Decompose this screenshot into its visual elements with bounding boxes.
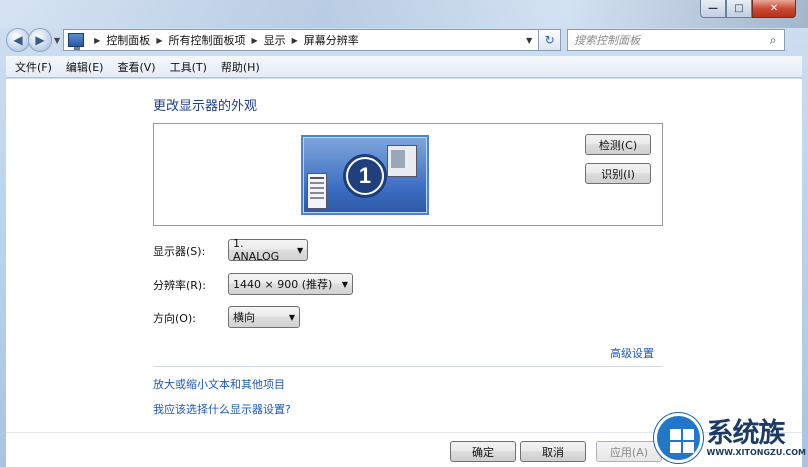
breadcrumb-control-panel[interactable]: 控制面板: [106, 32, 150, 48]
caption-buttons: — □ ✕: [700, 0, 796, 18]
cancel-button[interactable]: 取消: [520, 441, 586, 462]
menu-edit[interactable]: 编辑(E): [59, 57, 111, 77]
window-thumbnail-icon: [307, 173, 327, 209]
windows-logo-icon: [654, 413, 703, 463]
search-input[interactable]: [574, 33, 763, 47]
address-bar[interactable]: ▶ 控制面板 ▶ 所有控制面板项 ▶ 显示 ▶ 屏幕分辨率 ▼: [63, 29, 540, 51]
recent-pages-dropdown[interactable]: ▼: [54, 36, 60, 45]
orientation-value: 横向: [233, 311, 255, 324]
chevron-down-icon: ▼: [341, 279, 349, 289]
advanced-settings-link[interactable]: 高级设置: [610, 345, 654, 361]
resolution-select[interactable]: 1440 × 900 (推荐) ▼: [228, 273, 353, 295]
chevron-right-icon[interactable]: ▶: [292, 36, 298, 45]
apply-button[interactable]: 应用(A): [596, 441, 662, 462]
control-panel-icon: [68, 33, 85, 50]
resolution-value: 1440 × 900 (推荐): [233, 278, 333, 291]
minimize-button[interactable]: —: [700, 0, 726, 18]
display-value: 1. ANALOG: [233, 237, 280, 263]
maximize-button[interactable]: □: [726, 0, 752, 18]
watermark-logo: 系统族 WWW.XITONGZU.COM: [654, 409, 806, 467]
orientation-select[interactable]: 横向 ▼: [228, 306, 300, 328]
search-icon[interactable]: ⌕: [762, 33, 784, 48]
navigation-bar: ◀ ▶ ▼ ▶ 控制面板 ▶ 所有控制面板项 ▶ 显示 ▶ 屏幕分辨率 ▼ ↻ …: [6, 28, 802, 52]
monitor-thumbnail[interactable]: 1: [301, 135, 429, 215]
window-frame: — □ ✕ ◀ ▶ ▼ ▶ 控制面板 ▶ 所有控制面板项 ▶ 显示 ▶ 屏幕分辨…: [0, 0, 808, 467]
menu-file[interactable]: 文件(F): [8, 57, 59, 77]
forward-arrow-icon: ▶: [35, 33, 45, 47]
address-dropdown-icon[interactable]: ▼: [520, 36, 538, 45]
display-label: 显示器(S):: [153, 245, 206, 258]
back-arrow-icon: ◀: [13, 33, 23, 47]
monitor-preview-area: 1 检测(C) 识别(I): [153, 123, 663, 226]
orientation-label: 方向(O):: [153, 312, 196, 325]
menu-bar: 文件(F) 编辑(E) 查看(V) 工具(T) 帮助(H): [6, 56, 802, 78]
ok-button[interactable]: 确定: [450, 441, 516, 462]
chevron-down-icon: ▼: [288, 312, 296, 322]
page-title: 更改显示器的外观: [153, 99, 258, 114]
monitor-number-badge: 1: [343, 154, 387, 198]
menu-tools[interactable]: 工具(T): [163, 57, 214, 77]
detect-button[interactable]: 检测(C): [585, 134, 651, 155]
search-box[interactable]: ⌕: [567, 29, 786, 51]
chevron-right-icon[interactable]: ▶: [251, 36, 257, 45]
refresh-button[interactable]: ↻: [539, 29, 562, 51]
monitor-number: 1: [348, 159, 382, 193]
back-button[interactable]: ◀: [6, 28, 30, 52]
chevron-right-icon[interactable]: ▶: [156, 36, 162, 45]
chevron-down-icon: ▼: [296, 245, 304, 255]
identify-button[interactable]: 识别(I): [585, 163, 651, 184]
which-settings-link[interactable]: 我应该选择什么显示器设置?: [153, 401, 291, 417]
refresh-icon: ↻: [544, 33, 555, 47]
window-thumbnail-icon: [387, 145, 417, 177]
breadcrumb-display[interactable]: 显示: [264, 32, 286, 48]
menu-help[interactable]: 帮助(H): [214, 57, 267, 77]
watermark-url: WWW.XITONGZU.COM: [706, 447, 807, 457]
breadcrumb-screen-resolution[interactable]: 屏幕分辨率: [304, 32, 359, 48]
display-select[interactable]: 1. ANALOG ▼: [228, 237, 308, 263]
breadcrumb-all-items[interactable]: 所有控制面板项: [168, 32, 245, 48]
divider: [153, 366, 663, 367]
watermark-text: 系统族: [706, 417, 786, 449]
forward-button[interactable]: ▶: [28, 28, 52, 52]
close-button[interactable]: ✕: [752, 0, 796, 18]
resolution-label: 分辨率(R):: [153, 279, 206, 292]
text-size-link[interactable]: 放大或缩小文本和其他项目: [153, 376, 285, 392]
menu-view[interactable]: 查看(V): [110, 57, 162, 77]
chevron-right-icon[interactable]: ▶: [94, 36, 100, 45]
